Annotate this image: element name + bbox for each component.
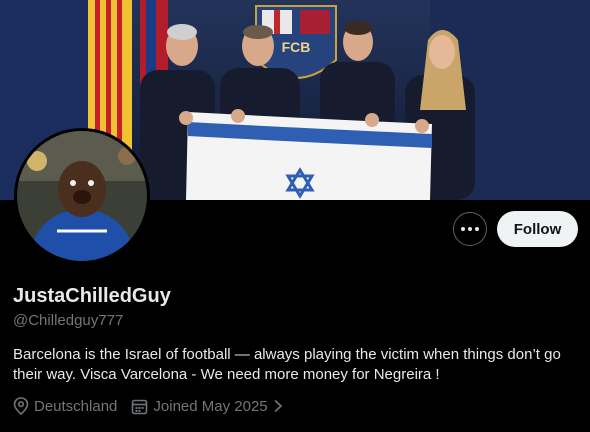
profile-bio: Barcelona is the Israel of football — al… xyxy=(13,346,561,383)
follow-button[interactable]: Follow xyxy=(497,211,578,247)
avatar-photo xyxy=(17,131,147,261)
more-horizontal-icon xyxy=(461,227,465,231)
more-options-button[interactable] xyxy=(453,212,487,246)
location-text: Deutschland xyxy=(34,397,118,415)
profile-meta: Deutschland Joined May 2025 xyxy=(13,397,303,415)
join-date[interactable]: Joined May 2025 xyxy=(131,398,288,415)
svg-text:FCB: FCB xyxy=(282,39,311,55)
calendar-icon xyxy=(132,399,148,414)
location: Deutschland xyxy=(13,397,117,415)
avatar[interactable] xyxy=(14,128,150,264)
held-flag xyxy=(186,112,432,200)
user-handle: @Chilledguy777 xyxy=(13,312,124,329)
location-pin-icon xyxy=(13,397,29,415)
display-name: JustaChilledGuy xyxy=(13,285,171,307)
join-date-text: Joined May 2025 xyxy=(153,397,268,415)
chevron-right-icon xyxy=(274,399,282,413)
